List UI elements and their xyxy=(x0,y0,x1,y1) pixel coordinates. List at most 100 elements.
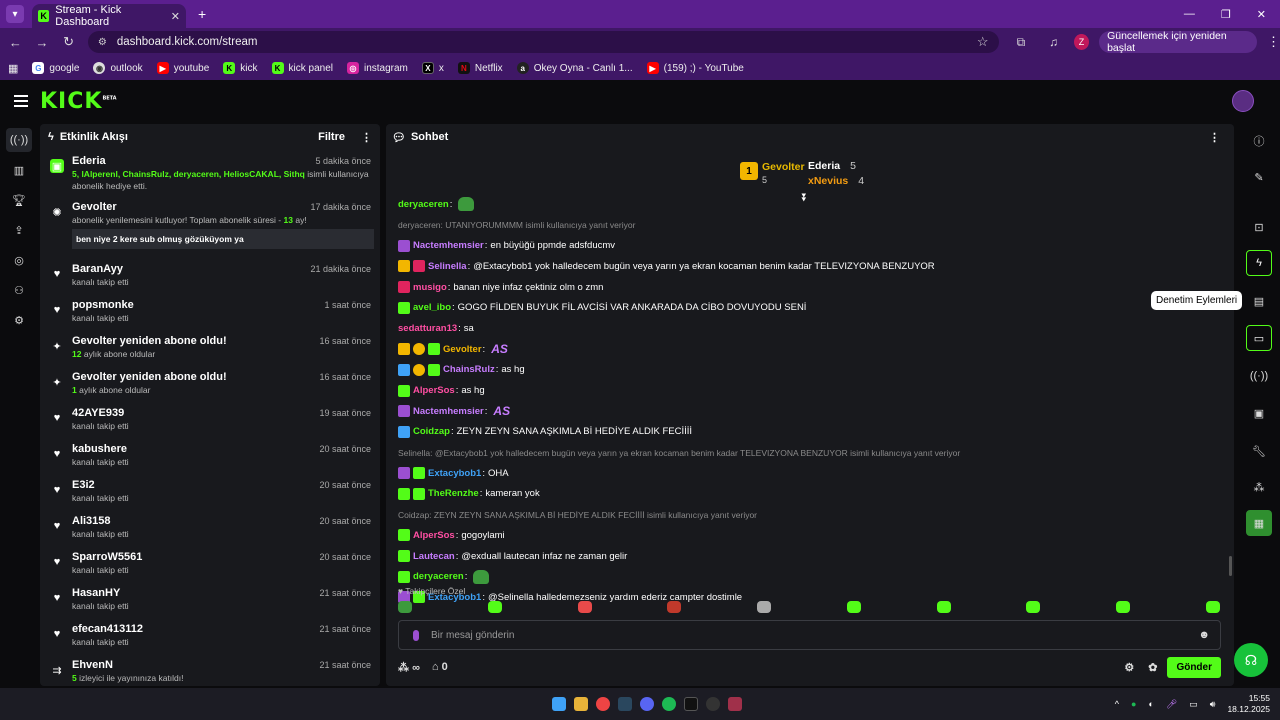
close-window-icon[interactable]: ✕ xyxy=(1257,8,1266,21)
chat-message[interactable]: Extacybob1: OHA xyxy=(398,463,1228,484)
broadcast-icon[interactable]: ((·)) xyxy=(1246,363,1272,389)
chat-message[interactable]: Lautecan: @exduall lautecan infaz ne zama… xyxy=(398,546,1228,567)
tray-volume-icon[interactable]: 🔊︎ xyxy=(1210,699,1216,710)
emote[interactable] xyxy=(1026,601,1041,613)
chat-settings-icon[interactable]: ⚙ xyxy=(1124,661,1134,674)
emote[interactable] xyxy=(667,601,682,613)
upload-nav-icon[interactable]: ⇪ xyxy=(6,218,32,242)
settings-nav-icon[interactable]: ⚙ xyxy=(6,308,32,332)
activity-toggle-icon[interactable]: ϟ xyxy=(1246,250,1272,276)
bookmark-kick[interactable]: Kkick xyxy=(223,62,258,74)
support-headset-icon[interactable]: ☊ xyxy=(1234,643,1268,677)
chat-message[interactable]: musigo: banan niye infaz çektiniz olm o z… xyxy=(398,277,1228,298)
close-tab-icon[interactable]: ✕ xyxy=(171,10,180,23)
analytics-nav-icon[interactable]: ▥ xyxy=(6,158,32,182)
emote[interactable] xyxy=(398,601,412,613)
emoji-icon[interactable]: ☻ xyxy=(1198,629,1210,641)
send-button[interactable]: Gönder xyxy=(1167,656,1221,678)
chat-scrollbar[interactable] xyxy=(1229,556,1232,576)
feed-item[interactable]: ♥ SparroW5561 20 saat önce kanalı takip … xyxy=(40,546,380,582)
tray-steam-icon[interactable]: ◐ xyxy=(1148,699,1153,709)
chat-toggle-icon[interactable]: ▭ xyxy=(1246,325,1272,351)
reply-context[interactable]: deryaceren: UTANIYORUMMMM isimli kullanı… xyxy=(398,215,1228,236)
apps-grid-icon[interactable]: ▦ xyxy=(8,62,18,75)
emote[interactable] xyxy=(757,601,772,613)
update-restart-button[interactable]: Güncellemek için yeniden başlat xyxy=(1099,30,1258,54)
chat-message[interactable]: Coidzap: ZEYN ZEYN SANA AŞKIMLA Bİ HEDİYE… xyxy=(398,422,1228,443)
kick-logo[interactable]: KICKBETA xyxy=(40,89,117,114)
url-field[interactable]: ⚙ dashboard.kick.com/stream ☆ xyxy=(87,31,999,53)
chat-username[interactable]: Lautecan xyxy=(413,551,455,562)
emote-picker-icon[interactable]: ✿ xyxy=(1148,661,1157,674)
feed-item[interactable]: ✦ Gevolter yeniden abone oldu! 16 saat ö… xyxy=(40,330,380,366)
emote[interactable] xyxy=(1116,601,1131,613)
feed-item[interactable]: ▣ Ederia 5 dakika önce 5, lAlperenl, Cha… xyxy=(40,150,380,196)
chat-username[interactable]: AlperSos xyxy=(413,385,455,396)
edit-icon[interactable]: ✎ xyxy=(1246,164,1272,190)
file-explorer-icon[interactable] xyxy=(574,697,588,711)
bookmark-netflix[interactable]: N Netflix xyxy=(457,62,503,74)
bookmark-outlook[interactable]: ◉ outlook xyxy=(93,62,143,74)
chat-menu-icon[interactable]: ⋮ xyxy=(1209,131,1220,144)
extensions-icon[interactable]: ⧉ xyxy=(1011,35,1032,50)
chat-message[interactable]: avel_ibo: GOGO FİLDEN BUYUK FİL AVCİSİ VA… xyxy=(398,297,1228,318)
chat-username[interactable]: Nactemhemsier xyxy=(413,406,484,417)
new-tab-button[interactable]: + xyxy=(198,6,206,22)
chat-message[interactable]: TheRenzhe: kameran yok xyxy=(398,484,1228,505)
feed-item[interactable]: ✺ Gevolter 17 dakika önce abonelik yenil… xyxy=(40,196,380,258)
minimize-icon[interactable]: — xyxy=(1184,8,1195,21)
bookmark-youtube-2[interactable]: ▶ (159) ;) - YouTube xyxy=(646,62,744,74)
chat-username[interactable]: Gevolter xyxy=(443,344,482,355)
mod-actions-icon[interactable]: ▤ xyxy=(1246,288,1272,314)
chat-message[interactable]: deryaceren: xyxy=(398,194,1228,215)
chat-message[interactable]: sedatturan13: sa xyxy=(398,318,1228,339)
bookmark-instagram[interactable]: ◎ instagram xyxy=(346,62,408,74)
bookmark-x[interactable]: Xx xyxy=(421,62,444,74)
feed-menu-icon[interactable]: ⋮ xyxy=(361,131,372,144)
extension-icon[interactable]: ▦ xyxy=(1246,510,1272,536)
reply-context[interactable]: Coidzap: ZEYN ZEYN SANA AŞKIMLA Bİ HEDİY… xyxy=(398,504,1228,525)
user-avatar[interactable] xyxy=(1232,90,1254,112)
mic-icon[interactable] xyxy=(413,629,419,641)
chat-username[interactable]: Nactemhemsier xyxy=(413,240,484,251)
x-app-icon[interactable] xyxy=(684,697,698,711)
emote[interactable] xyxy=(846,601,861,613)
chat-username[interactable]: TheRenzhe xyxy=(428,488,479,499)
feed-item[interactable]: ♥ BaranAyy 21 dakika önce kanalı takip e… xyxy=(40,258,380,294)
chat-message[interactable]: AlperSos: as hg xyxy=(398,380,1228,401)
site-info-icon[interactable]: ⚙ xyxy=(98,37,107,48)
filter-button[interactable]: Filtre xyxy=(318,131,345,143)
tab-search-button[interactable]: ▾ xyxy=(6,5,24,23)
chat-message[interactable]: AlperSos: gogoylami xyxy=(398,525,1228,546)
chat-message[interactable]: Nactemhemsier: en büyüğü ppmde adsfducmv xyxy=(398,235,1228,256)
media-controls-icon[interactable]: ♫ xyxy=(1043,35,1064,49)
chat-username[interactable]: sedatturan13 xyxy=(398,323,457,334)
chat-message[interactable]: Gevolter: AS xyxy=(398,339,1228,360)
chat-username[interactable]: musigo xyxy=(413,282,447,293)
feed-item[interactable]: ♥ kabushere 20 saat önce kanalı takip et… xyxy=(40,438,380,474)
chat-username[interactable]: AlperSos xyxy=(413,530,455,541)
emote[interactable] xyxy=(487,601,502,613)
restore-icon[interactable]: ❐ xyxy=(1221,8,1231,21)
screenshot-icon[interactable]: ⊡ xyxy=(1246,214,1272,240)
chat-input[interactable]: Bir mesaj gönderin ☻ xyxy=(398,620,1221,650)
discord-icon[interactable] xyxy=(640,697,654,711)
feed-item[interactable]: ✦ Gevolter yeniden abone oldu! 16 saat ö… xyxy=(40,366,380,402)
target-nav-icon[interactable]: ◎ xyxy=(6,248,32,272)
chat-username[interactable]: Coidzap xyxy=(413,426,450,437)
emote[interactable] xyxy=(936,601,951,613)
feed-item[interactable]: ⇉ EhvenN 21 saat önce 5 izleyici ile yay… xyxy=(40,654,380,686)
bookmark-star-icon[interactable]: ☆ xyxy=(977,34,989,50)
bookmark-kick-panel[interactable]: Kkick panel xyxy=(271,62,333,74)
chat-username[interactable]: Extacybob1 xyxy=(428,468,481,479)
profile-avatar[interactable]: Z xyxy=(1074,34,1090,50)
store-icon[interactable]: ⌂ 0 xyxy=(432,661,448,673)
chat-message[interactable]: ChainsRulz: as hg xyxy=(398,360,1228,381)
emote[interactable] xyxy=(577,601,592,613)
feed-item[interactable]: ♥ HasanHY 21 saat önce kanalı takip etti xyxy=(40,582,380,618)
users-nav-icon[interactable]: ⚇ xyxy=(6,278,32,302)
reload-icon[interactable]: ↻ xyxy=(57,34,80,50)
feed-item[interactable]: ♥ efecan413112 21 saat önce kanalı takip… xyxy=(40,618,380,654)
chat-message[interactable]: Nactemhemsier: AS xyxy=(398,401,1228,422)
layout-icon[interactable]: ▣ xyxy=(1246,400,1272,426)
